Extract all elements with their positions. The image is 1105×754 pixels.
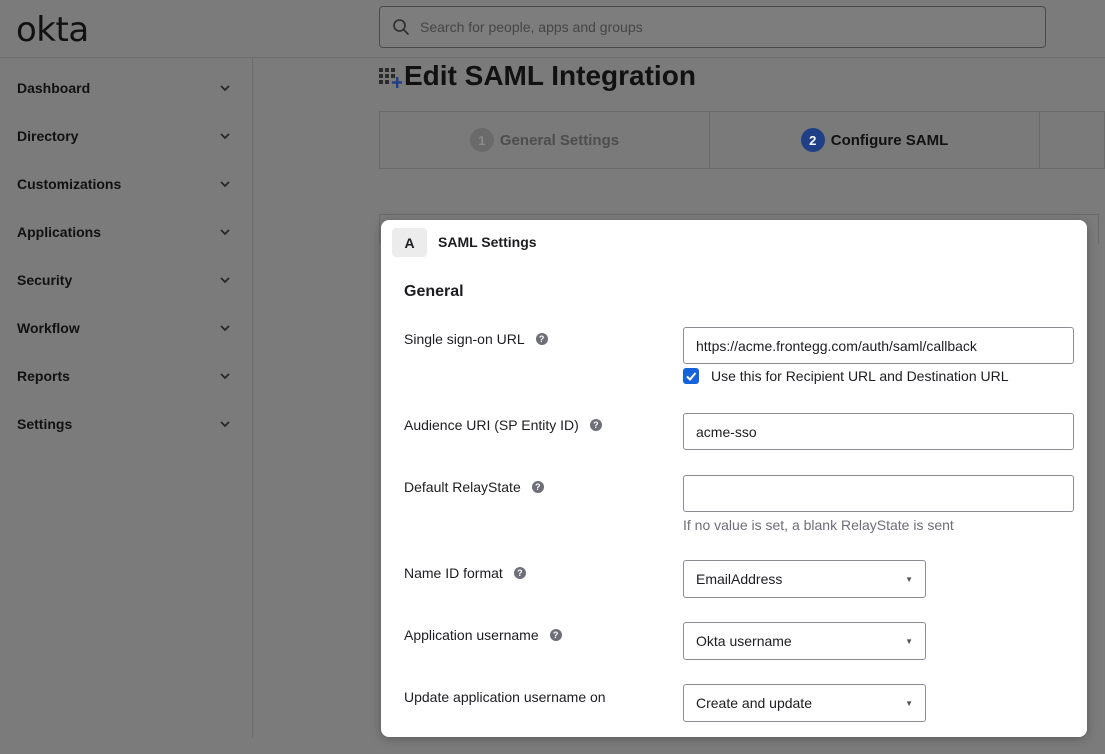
recipient-url-checkbox[interactable] [683,368,699,384]
sidebar-item-settings[interactable]: Settings [17,410,231,438]
top-bar: okta [0,0,1105,58]
sidebar-item-label: Reports [17,368,70,384]
app-username-label: Application username ? [404,627,562,643]
audience-uri-label: Audience URI (SP Entity ID) ? [404,417,602,433]
sso-url-input[interactable] [683,327,1074,364]
update-username-label: Update application username on [404,689,606,705]
checkmark-icon [686,372,697,381]
sidebar-item-dashboard[interactable]: Dashboard [17,74,231,102]
sidebar-item-workflow[interactable]: Workflow [17,314,231,342]
section-title-general: General [404,283,464,300]
recipient-url-checkbox-row[interactable]: Use this for Recipient URL and Destinati… [683,368,1009,384]
relay-state-input[interactable] [683,475,1074,512]
step-label: General Settings [499,131,620,149]
card-title: SAML Settings [438,234,537,250]
wizard-stepper: 1 General Settings 2 Configure SAML [379,111,1105,169]
help-icon[interactable]: ? [513,567,526,579]
sidebar-item-label: Workflow [17,320,80,336]
name-id-format-label: Name ID format ? [404,565,526,581]
sidebar-item-label: Customizations [17,176,122,192]
search-icon [393,19,409,35]
chevron-down-icon [220,229,230,236]
search-input[interactable] [420,19,1020,35]
update-username-select[interactable]: Create and update ▼ [683,684,926,722]
okta-logo[interactable]: okta [16,10,89,50]
field-label-text: Update application username on [404,689,606,705]
saml-settings-card: A SAML Settings General Single sign-on U… [381,220,1087,737]
sidebar-item-label: Applications [17,224,102,240]
chevron-down-icon [220,85,230,92]
step-number-badge: 1 [469,128,494,152]
sidebar-item-directory[interactable]: Directory [17,122,231,150]
help-icon[interactable]: ? [549,629,562,641]
select-value: Okta username [696,633,792,649]
section-tag: A [392,228,427,257]
help-icon[interactable]: ? [535,333,548,345]
step-general-settings[interactable]: 1 General Settings [380,112,710,168]
sso-url-label: Single sign-on URL ? [404,331,548,347]
relay-state-label: Default RelayState ? [404,479,544,495]
step-configure-saml[interactable]: 2 Configure SAML [710,112,1040,168]
sidebar-item-label: Dashboard [17,80,91,96]
caret-down-icon: ▼ [905,636,913,646]
page-title: Edit SAML Integration [404,60,696,91]
chevron-down-icon [220,181,230,188]
search-bar[interactable] [379,6,1046,48]
field-label-text: Audience URI (SP Entity ID) [404,417,579,433]
relay-state-hint: If no value is set, a blank RelayState i… [683,517,954,533]
field-label-text: Single sign-on URL [404,331,525,347]
sidebar-item-applications[interactable]: Applications [17,218,231,246]
sidebar-item-customizations[interactable]: Customizations [17,170,231,198]
step-number-badge: 2 [800,128,825,152]
page-header: Edit SAML Integration [378,60,696,92]
sidebar-nav: Dashboard Directory Customizations Appli… [0,58,253,738]
app-grid-add-icon [379,68,402,88]
field-label-text: Application username [404,627,539,643]
sidebar-item-label: Security [17,272,73,288]
help-icon[interactable]: ? [531,481,544,493]
select-value: Create and update [696,695,812,711]
chevron-down-icon [220,277,230,284]
chevron-down-icon [220,133,230,140]
app-username-select[interactable]: Okta username ▼ [683,622,926,660]
step-label: Configure SAML [830,131,949,149]
help-icon[interactable]: ? [589,419,602,431]
select-value: EmailAddress [696,571,783,587]
sidebar-item-security[interactable]: Security [17,266,231,294]
chevron-down-icon [220,421,230,428]
caret-down-icon: ▼ [905,574,913,584]
field-label-text: Name ID format [404,565,503,581]
sidebar-item-reports[interactable]: Reports [17,362,231,390]
caret-down-icon: ▼ [905,698,913,708]
sidebar-item-label: Settings [17,416,73,432]
name-id-format-select[interactable]: EmailAddress ▼ [683,560,926,598]
checkbox-label: Use this for Recipient URL and Destinati… [711,368,1009,384]
field-label-text: Default RelayState [404,479,521,495]
audience-uri-input[interactable] [683,413,1074,450]
chevron-down-icon [220,325,230,332]
chevron-down-icon [220,373,230,380]
sidebar-item-label: Directory [17,128,79,144]
